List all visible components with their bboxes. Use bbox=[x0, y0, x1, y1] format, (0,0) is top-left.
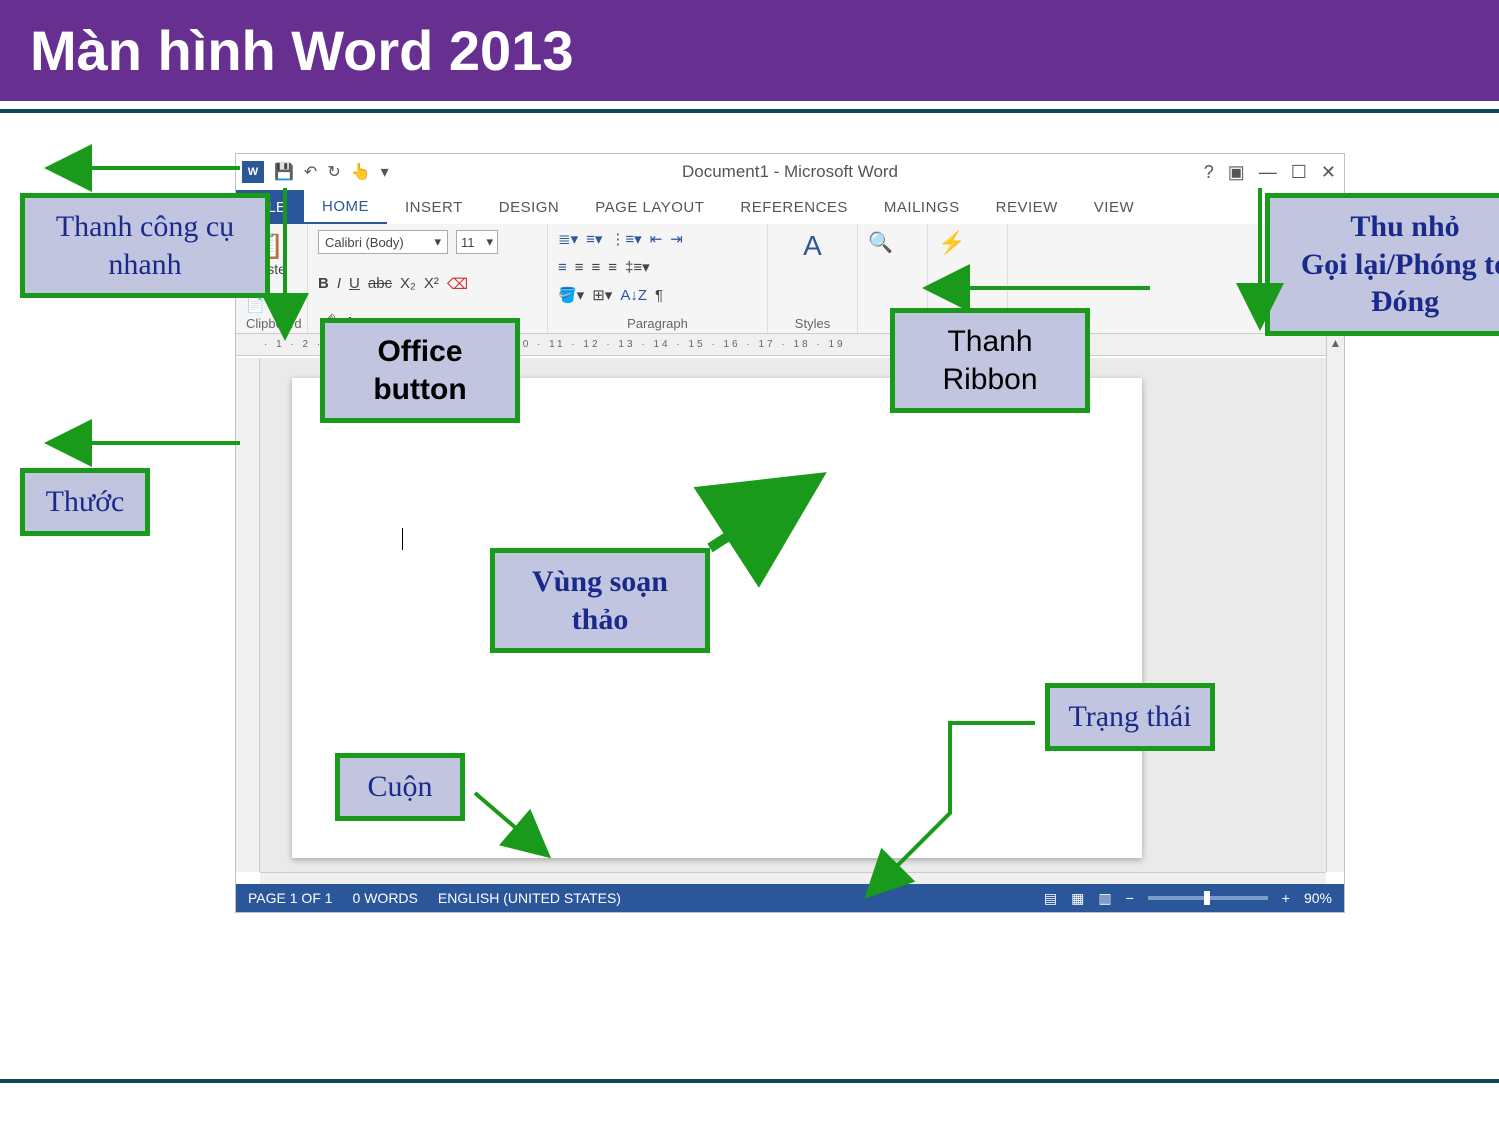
callout-window-controls: Thu nhỏ Gọi lại/Phóng to Đóng bbox=[1265, 193, 1499, 336]
numbering-icon[interactable]: ≡▾ bbox=[586, 230, 602, 248]
paragraph-group: ≣▾ ≡▾ ⋮≡▾ ⇤ ⇥ ≡ ≡ ≡ ≡ ‡≡▾ 🪣▾ ⊞▾ A↓Z bbox=[548, 224, 768, 333]
close-icon[interactable]: ✕ bbox=[1321, 162, 1336, 183]
title-bar: W 💾 ↶ ↻ 👆 ▾ Document1 - Microsoft Word ?… bbox=[236, 154, 1344, 190]
tab-page-layout[interactable]: PAGE LAYOUT bbox=[577, 190, 722, 224]
tab-mailings[interactable]: MAILINGS bbox=[866, 190, 978, 224]
styles-icon[interactable]: A bbox=[803, 230, 822, 262]
callout-qat: Thanh công cụ nhanh bbox=[20, 193, 270, 298]
bullets-icon[interactable]: ≣▾ bbox=[558, 230, 578, 248]
multilevel-icon[interactable]: ⋮≡▾ bbox=[610, 230, 641, 248]
tab-home[interactable]: HOME bbox=[304, 190, 387, 224]
word-logo-icon[interactable]: W bbox=[242, 161, 264, 183]
scroll-up-icon[interactable]: ▲ bbox=[1327, 336, 1344, 350]
italic-icon[interactable]: I bbox=[337, 275, 341, 292]
bold-icon[interactable]: B bbox=[318, 275, 329, 292]
slide-title-bar: Màn hình Word 2013 bbox=[0, 0, 1499, 101]
align-center-icon[interactable]: ≡ bbox=[575, 259, 584, 276]
clear-format-icon[interactable]: ⌫ bbox=[447, 275, 468, 293]
align-right-icon[interactable]: ≡ bbox=[592, 259, 601, 276]
redo-icon[interactable]: ↻ bbox=[327, 162, 340, 182]
justify-icon[interactable]: ≡ bbox=[608, 259, 617, 276]
callout-office-button: Office button bbox=[320, 318, 520, 423]
quick-access-toolbar: W 💾 ↶ ↻ 👆 ▾ bbox=[236, 161, 389, 183]
styles-group-label: Styles bbox=[778, 314, 847, 331]
maximize-icon[interactable]: ☐ bbox=[1291, 162, 1307, 183]
vertical-ruler[interactable] bbox=[236, 358, 260, 872]
minimize-icon[interactable]: — bbox=[1259, 162, 1277, 183]
subscript-icon[interactable]: X₂ bbox=[400, 275, 416, 292]
zoom-level[interactable]: 90% bbox=[1304, 890, 1332, 906]
font-group: Calibri (Body)▾ 11▾ B I U abc X₂ X² ⌫ 🖍 … bbox=[308, 224, 548, 333]
font-size-select[interactable]: 11▾ bbox=[456, 230, 498, 254]
styles-group: A Styles bbox=[768, 224, 858, 333]
superscript-icon[interactable]: X² bbox=[424, 275, 439, 292]
zoom-in-icon[interactable]: + bbox=[1282, 890, 1290, 906]
sort-icon[interactable]: A↓Z bbox=[620, 287, 647, 304]
status-words[interactable]: 0 WORDS bbox=[353, 890, 418, 906]
status-language[interactable]: ENGLISH (UNITED STATES) bbox=[438, 890, 621, 906]
customize-qat-icon[interactable]: ▾ bbox=[381, 162, 389, 182]
font-name-select[interactable]: Calibri (Body)▾ bbox=[318, 230, 448, 254]
borders-icon[interactable]: ⊞▾ bbox=[592, 286, 612, 304]
copy-icon[interactable]: 📄 bbox=[246, 296, 265, 314]
zoom-slider[interactable] bbox=[1148, 896, 1268, 900]
underline-icon[interactable]: U bbox=[349, 275, 360, 292]
read-mode-icon[interactable]: ▤ bbox=[1044, 890, 1057, 907]
document-title: Document1 - Microsoft Word bbox=[682, 162, 898, 182]
window-controls: ? ▣ — ☐ ✕ bbox=[1204, 162, 1336, 183]
find-icon[interactable]: 🔍 bbox=[868, 230, 917, 255]
tab-insert[interactable]: INSERT bbox=[387, 190, 481, 224]
status-bar: PAGE 1 OF 1 0 WORDS ENGLISH (UNITED STAT… bbox=[236, 884, 1344, 912]
decrease-indent-icon[interactable]: ⇤ bbox=[650, 230, 663, 248]
callout-ruler: Thước bbox=[20, 468, 150, 536]
tab-review[interactable]: REVIEW bbox=[978, 190, 1076, 224]
show-marks-icon[interactable]: ¶ bbox=[655, 287, 663, 304]
clipboard-group-label: Clipboard bbox=[246, 314, 297, 331]
shading-icon[interactable]: 🪣▾ bbox=[558, 286, 584, 304]
status-page[interactable]: PAGE 1 OF 1 bbox=[248, 890, 333, 906]
ribbon-tabs: FILE HOME INSERT DESIGN PAGE LAYOUT REFE… bbox=[236, 190, 1344, 224]
callout-ribbon: Thanh Ribbon bbox=[890, 308, 1090, 413]
web-layout-icon[interactable]: ▥ bbox=[1098, 890, 1111, 907]
undo-icon[interactable]: ↶ bbox=[304, 162, 317, 182]
callout-scroll: Cuộn bbox=[335, 753, 465, 821]
vertical-scrollbar[interactable]: ▲ bbox=[1326, 336, 1344, 872]
strikethrough-icon[interactable]: abc bbox=[368, 275, 392, 292]
line-spacing-icon[interactable]: ‡≡▾ bbox=[625, 258, 650, 276]
bottom-divider bbox=[0, 1079, 1499, 1083]
callout-status: Trạng thái bbox=[1045, 683, 1215, 751]
tab-design[interactable]: DESIGN bbox=[481, 190, 578, 224]
align-left-icon[interactable]: ≡ bbox=[558, 259, 567, 276]
slide-title: Màn hình Word 2013 bbox=[30, 18, 1469, 83]
help-icon[interactable]: ? bbox=[1204, 162, 1214, 183]
text-cursor bbox=[402, 528, 403, 550]
callout-editing-area: Vùng soạn thảo bbox=[490, 548, 710, 653]
print-layout-icon[interactable]: ▦ bbox=[1071, 890, 1084, 907]
touch-mode-icon[interactable]: 👆 bbox=[351, 162, 371, 182]
addins-icon[interactable]: ⚡ bbox=[938, 230, 997, 256]
ribbon-display-icon[interactable]: ▣ bbox=[1228, 162, 1245, 183]
save-icon[interactable]: 💾 bbox=[274, 162, 294, 182]
tab-references[interactable]: REFERENCES bbox=[722, 190, 866, 224]
tab-view[interactable]: VIEW bbox=[1076, 190, 1152, 224]
increase-indent-icon[interactable]: ⇥ bbox=[670, 230, 683, 248]
paragraph-group-label: Paragraph bbox=[558, 314, 757, 331]
zoom-out-icon[interactable]: − bbox=[1126, 890, 1134, 906]
